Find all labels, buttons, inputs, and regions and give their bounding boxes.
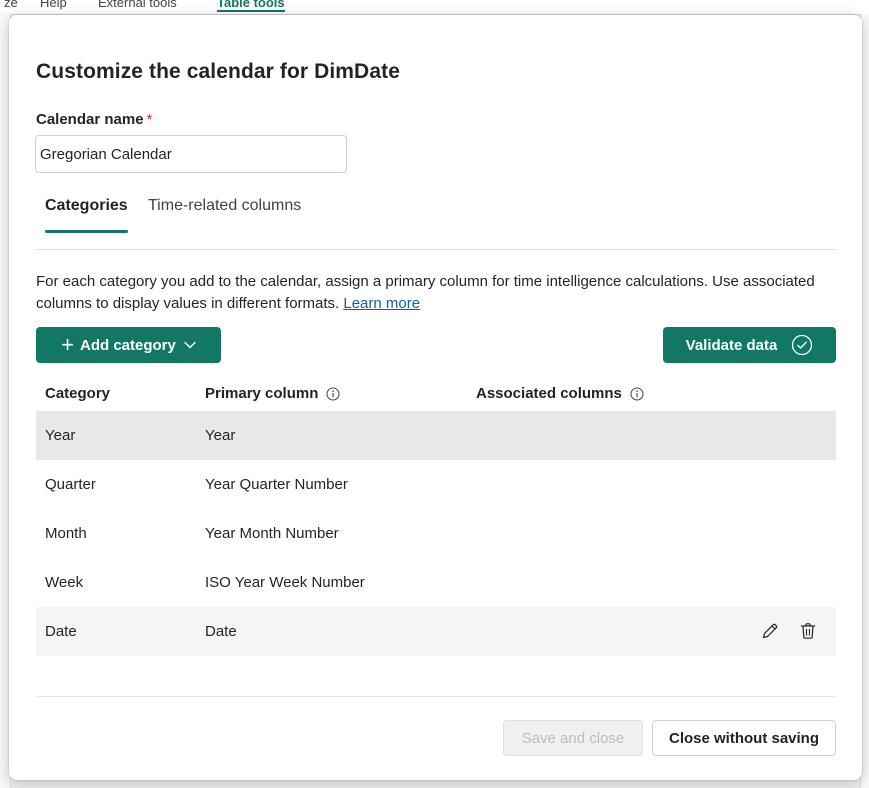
validate-data-button[interactable]: Validate data — [663, 327, 836, 363]
required-indicator: * — [146, 111, 153, 128]
cell-category: Week — [45, 574, 84, 591]
tab-time-related-columns[interactable]: Time-related columns — [148, 197, 301, 231]
calendar-name-input[interactable] — [35, 135, 347, 173]
cell-category: Quarter — [45, 476, 96, 493]
info-icon[interactable] — [326, 387, 340, 401]
background-ribbon: ze Help External tools Table tools — [0, 0, 869, 15]
ribbon-tab-external-tools[interactable]: External tools — [98, 0, 177, 10]
chevron-down-icon — [184, 341, 196, 349]
learn-more-link[interactable]: Learn more — [343, 295, 420, 312]
header-category: Category — [45, 385, 110, 402]
save-and-close-button[interactable]: Save and close — [503, 720, 643, 756]
ribbon-tab-table-tools[interactable]: Table tools — [217, 0, 285, 12]
categories-table: Category Primary column Associated colum… — [36, 373, 836, 656]
checkmark-circle-icon — [791, 334, 813, 356]
cell-primary-column: Year Month Number — [205, 525, 339, 542]
table-row[interactable]: Week ISO Year Week Number — [36, 558, 836, 607]
ribbon-tab-fragment: ze — [4, 0, 18, 10]
customize-calendar-dialog: Customize the calendar for DimDate Calen… — [9, 15, 862, 780]
close-without-saving-button[interactable]: Close without saving — [652, 720, 836, 756]
cell-primary-column: Date — [205, 623, 237, 640]
trash-icon[interactable] — [796, 619, 820, 643]
validate-data-label: Validate data — [685, 336, 778, 354]
header-associated-label: Associated columns — [476, 385, 622, 402]
header-primary-label: Primary column — [205, 385, 319, 402]
table-row[interactable]: Year Year — [36, 411, 836, 460]
footer-divider — [36, 696, 836, 697]
ribbon-tab-help[interactable]: Help — [40, 0, 67, 10]
table-header: Category Primary column Associated colum… — [36, 373, 836, 411]
table-row[interactable]: Date Date — [36, 607, 836, 656]
cell-primary-column: Year Quarter Number — [205, 476, 348, 493]
add-category-label: Add category — [80, 336, 176, 354]
tab-divider — [36, 249, 836, 250]
add-category-button[interactable]: + Add category — [36, 327, 221, 363]
cell-primary-column: Year — [205, 427, 236, 444]
categories-description: For each category you add to the calenda… — [36, 271, 841, 315]
header-primary-column: Primary column — [205, 385, 340, 402]
header-associated-columns: Associated columns — [476, 385, 644, 402]
cell-primary-column: ISO Year Week Number — [205, 574, 365, 591]
plus-icon: + — [61, 332, 74, 357]
header-category-label: Category — [45, 385, 111, 402]
dialog-title: Customize the calendar for DimDate — [36, 60, 400, 83]
calendar-name-label: Calendar name * — [36, 111, 152, 128]
table-row[interactable]: Quarter Year Quarter Number — [36, 460, 836, 509]
cell-category: Year — [45, 427, 76, 444]
calendar-name-label-text: Calendar name — [36, 111, 144, 128]
table-row[interactable]: Month Year Month Number — [36, 509, 836, 558]
row-actions — [758, 619, 820, 643]
cell-category: Date — [45, 623, 77, 640]
info-icon[interactable] — [630, 387, 644, 401]
tab-categories[interactable]: Categories — [45, 197, 128, 233]
description-text: For each category you add to the calenda… — [36, 273, 815, 312]
cell-category: Month — [45, 525, 87, 542]
pencil-icon[interactable] — [758, 619, 782, 643]
